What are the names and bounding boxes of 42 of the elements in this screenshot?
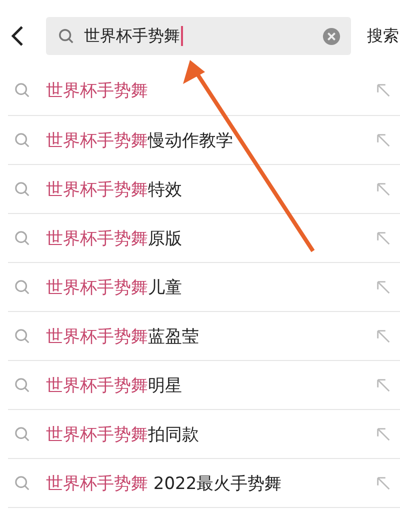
- text-cursor: [181, 26, 183, 46]
- suggestion-item[interactable]: 世界杯手势舞拍同款: [8, 409, 400, 458]
- arrow-up-left-icon[interactable]: [375, 474, 392, 492]
- arrow-up-left-icon[interactable]: [375, 426, 392, 442]
- suggestion-item[interactable]: 世界杯手势舞: [8, 66, 400, 115]
- suggestion-text: 世界杯手势舞儿童: [46, 276, 183, 298]
- suggestion-text: 世界杯手势舞拍同款: [46, 424, 200, 446]
- search-button[interactable]: 搜索: [367, 26, 399, 46]
- search-icon: [14, 474, 31, 492]
- arrow-up-left-icon[interactable]: [375, 328, 392, 344]
- search-icon: [14, 328, 31, 344]
- suggestion-item[interactable]: 世界杯手势舞蓝盈莹: [8, 311, 400, 360]
- search-icon: [14, 376, 31, 394]
- clear-icon[interactable]: [322, 26, 341, 46]
- search-icon: [14, 230, 31, 246]
- arrow-up-left-icon[interactable]: [375, 82, 392, 99]
- suggestion-item[interactable]: 世界杯手势舞慢动作教学: [8, 115, 400, 164]
- arrow-up-left-icon[interactable]: [375, 376, 392, 394]
- suggestion-item[interactable]: 世界杯手势舞 2022最火手势舞: [8, 458, 400, 507]
- search-icon: [14, 426, 31, 442]
- suggestion-text: 世界杯手势舞特效: [46, 178, 183, 200]
- suggestion-item[interactable]: 世界杯手势舞明星: [8, 360, 400, 409]
- search-icon: [14, 132, 31, 148]
- arrow-up-left-icon[interactable]: [375, 180, 392, 198]
- search-icon: [14, 278, 31, 296]
- arrow-up-left-icon[interactable]: [375, 278, 392, 296]
- suggestion-item[interactable]: 世界杯手势舞儿童: [8, 262, 400, 311]
- back-icon[interactable]: [10, 25, 24, 47]
- search-icon: [14, 180, 31, 198]
- search-icon: [58, 28, 75, 44]
- suggestion-text: 世界杯手势舞蓝盈莹: [46, 326, 200, 348]
- search-icon: [14, 82, 31, 99]
- suggestion-text: 世界杯手势舞 2022最火手势舞: [46, 472, 283, 494]
- arrow-up-left-icon[interactable]: [375, 132, 392, 148]
- suggestion-text: 世界杯手势舞慢动作教学: [46, 130, 234, 152]
- arrow-up-left-icon[interactable]: [375, 230, 392, 246]
- suggestion-text: 世界杯手势舞: [46, 80, 149, 102]
- search-field[interactable]: 世界杯手势舞: [46, 17, 351, 55]
- suggestion-item[interactable]: 世界杯手势舞原版: [8, 213, 400, 262]
- suggestion-text: 世界杯手势舞原版: [46, 228, 183, 250]
- suggestion-text: 世界杯手势舞明星: [46, 374, 183, 396]
- suggestion-item[interactable]: 世界杯手势舞特效: [8, 164, 400, 213]
